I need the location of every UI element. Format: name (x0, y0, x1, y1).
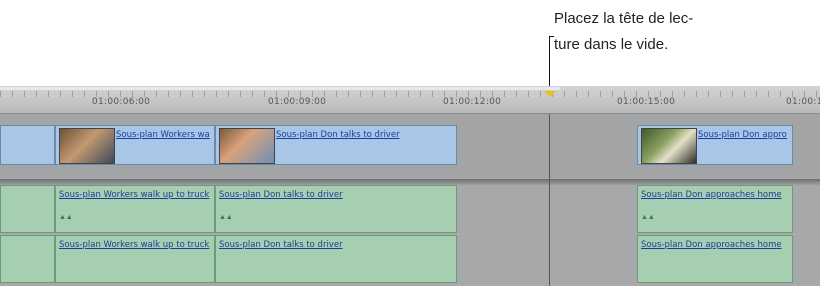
audio-track-1: Sous-plan Workers walk up to truck ▲▲ So… (0, 185, 820, 233)
timecode-label: 01:00:12:00 (443, 97, 502, 107)
clip-label: Sous-plan Don talks to driver (219, 240, 343, 250)
annotation-callout: Placez la tête de lec- ture dans le vide… (554, 6, 754, 58)
clip-label: Sous-plan Workers walk up to truck (59, 190, 210, 200)
video-track: Sous-plan Workers wa Sous-plan Don talks… (0, 114, 820, 178)
clip-thumbnail (219, 128, 275, 164)
keyframe-icon[interactable]: ▲▲ (641, 214, 655, 221)
audio-clip[interactable]: Sous-plan Don approaches home (637, 235, 793, 283)
video-clip[interactable]: Sous-plan Don talks to driver (215, 125, 457, 165)
clip-label: Sous-plan Don talks to driver (219, 190, 343, 200)
timecode-label: 01:00:1 (786, 97, 820, 107)
audio-clip[interactable]: Sous-plan Workers walk up to truck ▲▲ (55, 185, 215, 233)
clip-label: Sous-plan Workers walk up to truck (59, 240, 210, 250)
audio-clip[interactable]: Sous-plan Don talks to driver (215, 235, 457, 283)
video-clip[interactable] (0, 125, 55, 165)
audio-clip[interactable]: Sous-plan Don approaches home ▲▲ (637, 185, 793, 233)
audio-clip[interactable] (0, 235, 55, 283)
keyframe-icon[interactable]: ▲▲ (219, 214, 233, 221)
callout-line-2: ture dans le vide. (554, 36, 669, 53)
keyframe-icon[interactable]: ▲▲ (59, 214, 73, 221)
clip-label: Sous-plan Don approaches home (641, 240, 782, 250)
clip-label: Sous-plan Don talks to driver (276, 130, 400, 140)
video-clip[interactable]: Sous-plan Don appro (637, 125, 793, 165)
timecode-label: 01:00:09:00 (268, 97, 327, 107)
callout-leader-tick (549, 36, 554, 37)
timeline[interactable]: 01:00:06:00 01:00:09:00 01:00:12:00 01:0… (0, 86, 820, 286)
clip-thumbnail (641, 128, 697, 164)
clip-label: Sous-plan Workers wa (116, 130, 210, 140)
audio-clip[interactable]: Sous-plan Workers walk up to truck (55, 235, 215, 283)
clip-thumbnail (59, 128, 115, 164)
audio-track-2: Sous-plan Workers walk up to truck Sous-… (0, 235, 820, 283)
audio-clip[interactable]: Sous-plan Don talks to driver ▲▲ (215, 185, 457, 233)
playhead-line[interactable] (549, 114, 550, 286)
ruler-scroll-bar[interactable] (0, 87, 560, 90)
clip-label: Sous-plan Don approaches home (641, 190, 782, 200)
audio-clip[interactable] (0, 185, 55, 233)
timecode-ruler[interactable]: 01:00:06:00 01:00:09:00 01:00:12:00 01:0… (0, 86, 820, 114)
timecode-label: 01:00:15:00 (617, 97, 676, 107)
playhead-marker-icon[interactable] (544, 91, 556, 97)
callout-line-1: Placez la tête de lec- (554, 10, 694, 27)
video-clip[interactable]: Sous-plan Workers wa (55, 125, 215, 165)
timecode-label: 01:00:06:00 (92, 97, 151, 107)
clip-label: Sous-plan Don appro (698, 130, 787, 140)
